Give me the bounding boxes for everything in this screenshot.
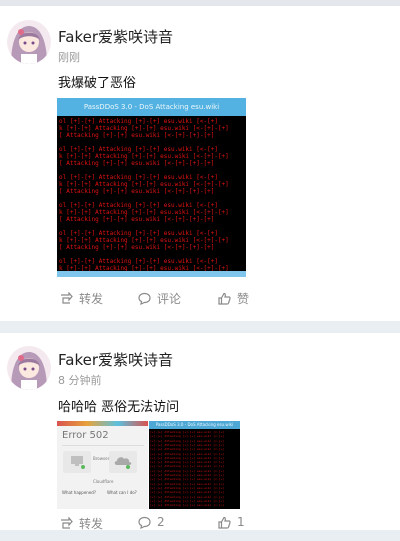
post-image-error-page[interactable]: Error 502 Browser Cloudflare What happen… (57, 421, 148, 509)
divider (0, 0, 400, 6)
terminal-output: ol [+]-[+] Attacking [+]-[+] esu.wiki [<… (57, 116, 246, 271)
comment-label: 评论 (157, 292, 182, 306)
comment-button[interactable]: 评论 (138, 290, 181, 307)
post-text: 哈哈哈 恶俗无法访问 (58, 400, 180, 415)
repost-label: 转发 (79, 517, 104, 531)
repost-icon (61, 292, 73, 304)
like-button[interactable]: 赞 (218, 290, 249, 307)
color-stripe (57, 421, 148, 426)
like-count: 1 (237, 515, 245, 529)
window-title: PassDDoS 3.0 - DoS Attacking esu.wiki (57, 98, 246, 116)
username[interactable]: Faker爱紫咲诗音 (58, 26, 173, 47)
like-label: 赞 (237, 292, 250, 306)
cloud-icon (114, 457, 132, 469)
computer-icon (71, 456, 85, 469)
repost-label: 转发 (79, 292, 104, 306)
terminal-line: [ Attacking [+]-[+] esu.wiki [<-[+]-[+]-… (59, 160, 215, 167)
comment-button[interactable]: 2 (138, 515, 165, 529)
terminal-line: [ Attacking [+]-[+] esu.wiki [<-[+]-[+]-… (59, 244, 215, 251)
terminal-line: [ Attacking [+]-[+] esu.wiki [<-[+]-[+]-… (59, 216, 215, 223)
terminal-line: [ Attacking [+]-[+] esu.wiki [<-[+]-[+]-… (59, 188, 215, 195)
repost-button[interactable]: 转发 (60, 515, 103, 532)
cloudflare-label: Cloudflare (93, 479, 114, 484)
post-actions: 转发 评论 赞 (0, 290, 400, 314)
feed: Faker爱紫咲诗音 刚刚 我爆破了恶俗 PassDDoS 3.0 - DoS … (0, 0, 400, 531)
like-icon (218, 292, 231, 305)
divider (62, 445, 144, 446)
repost-icon (61, 517, 73, 529)
terminal-line: ol [+]-[+] Attacking [+]-[+] esu.wiki [<… (59, 118, 218, 125)
comment-icon (138, 292, 151, 305)
repost-button[interactable]: 转发 (60, 290, 103, 307)
terminal-line: ol [+]-[+] Attacking [+]-[+] esu.wiki [<… (59, 258, 218, 265)
what-can-i-do-heading: What can I do? (107, 490, 137, 495)
terminal-line: ol [+]-[+] Attacking [+]-[+] esu.wiki [<… (59, 146, 218, 153)
post-image[interactable]: PassDDoS 3.0 - DoS Attacking esu.wiki ol… (57, 98, 246, 277)
cloudflare-card (109, 451, 137, 473)
what-happened-heading: What happened? (62, 490, 96, 495)
feed-post: Faker爱紫咲诗音 刚刚 我爆破了恶俗 PassDDoS 3.0 - DoS … (0, 0, 400, 321)
like-icon (218, 516, 231, 529)
post-time: 8 分钟前 (58, 374, 102, 387)
terminal-line: k [+]-[+] Attacking [+]-[+] esu.wiki [<-… (59, 125, 229, 132)
post-text: 我爆破了恶俗 (58, 76, 137, 91)
terminal-output: [+]-[+] Attacking [+]-[+] esu.wiki [<-[+… (149, 429, 240, 509)
comment-icon (138, 516, 151, 529)
avatar[interactable] (7, 346, 51, 390)
post-image-terminal[interactable]: PassDDoS 3.0 - DoS Attacking esu.wiki [+… (149, 421, 240, 509)
terminal-line: [ Attacking [+]-[+] esu.wiki [<-[+]-[+]-… (59, 132, 215, 139)
like-button[interactable]: 1 (218, 515, 245, 529)
terminal-line: k [+]-[+] Attacking [+]-[+] esu.wiki [<-… (59, 237, 229, 244)
window-title: PassDDoS 3.0 - DoS Attacking esu.wiki (149, 421, 240, 429)
post-actions: 转发 2 1 (0, 515, 400, 541)
terminal-line: [+]-[+] Attacking [+]-[+] esu.wiki [<-[+… (150, 503, 225, 508)
browser-card (63, 451, 91, 473)
terminal-line: ol [+]-[+] Attacking [+]-[+] esu.wiki [<… (59, 174, 218, 181)
terminal-line: k [+]-[+] Attacking [+]-[+] esu.wiki [<-… (59, 209, 229, 216)
post-time: 刚刚 (58, 51, 80, 64)
terminal-line: ol [+]-[+] Attacking [+]-[+] esu.wiki [<… (59, 202, 218, 209)
terminal-line: k [+]-[+] Attacking [+]-[+] esu.wiki [<-… (59, 153, 229, 160)
terminal-line: ol [+]-[+] Attacking [+]-[+] esu.wiki [<… (59, 230, 218, 237)
post-actions-wrap: 转发 2 1 (0, 515, 400, 531)
avatar[interactable] (7, 20, 51, 64)
username[interactable]: Faker爱紫咲诗音 (58, 349, 173, 370)
window-taskbar (57, 271, 246, 277)
error-title: Error 502 (62, 430, 109, 441)
terminal-line: k [+]-[+] Attacking [+]-[+] esu.wiki [<-… (59, 181, 229, 188)
browser-label: Browser (93, 456, 110, 461)
comment-count: 2 (157, 515, 165, 529)
